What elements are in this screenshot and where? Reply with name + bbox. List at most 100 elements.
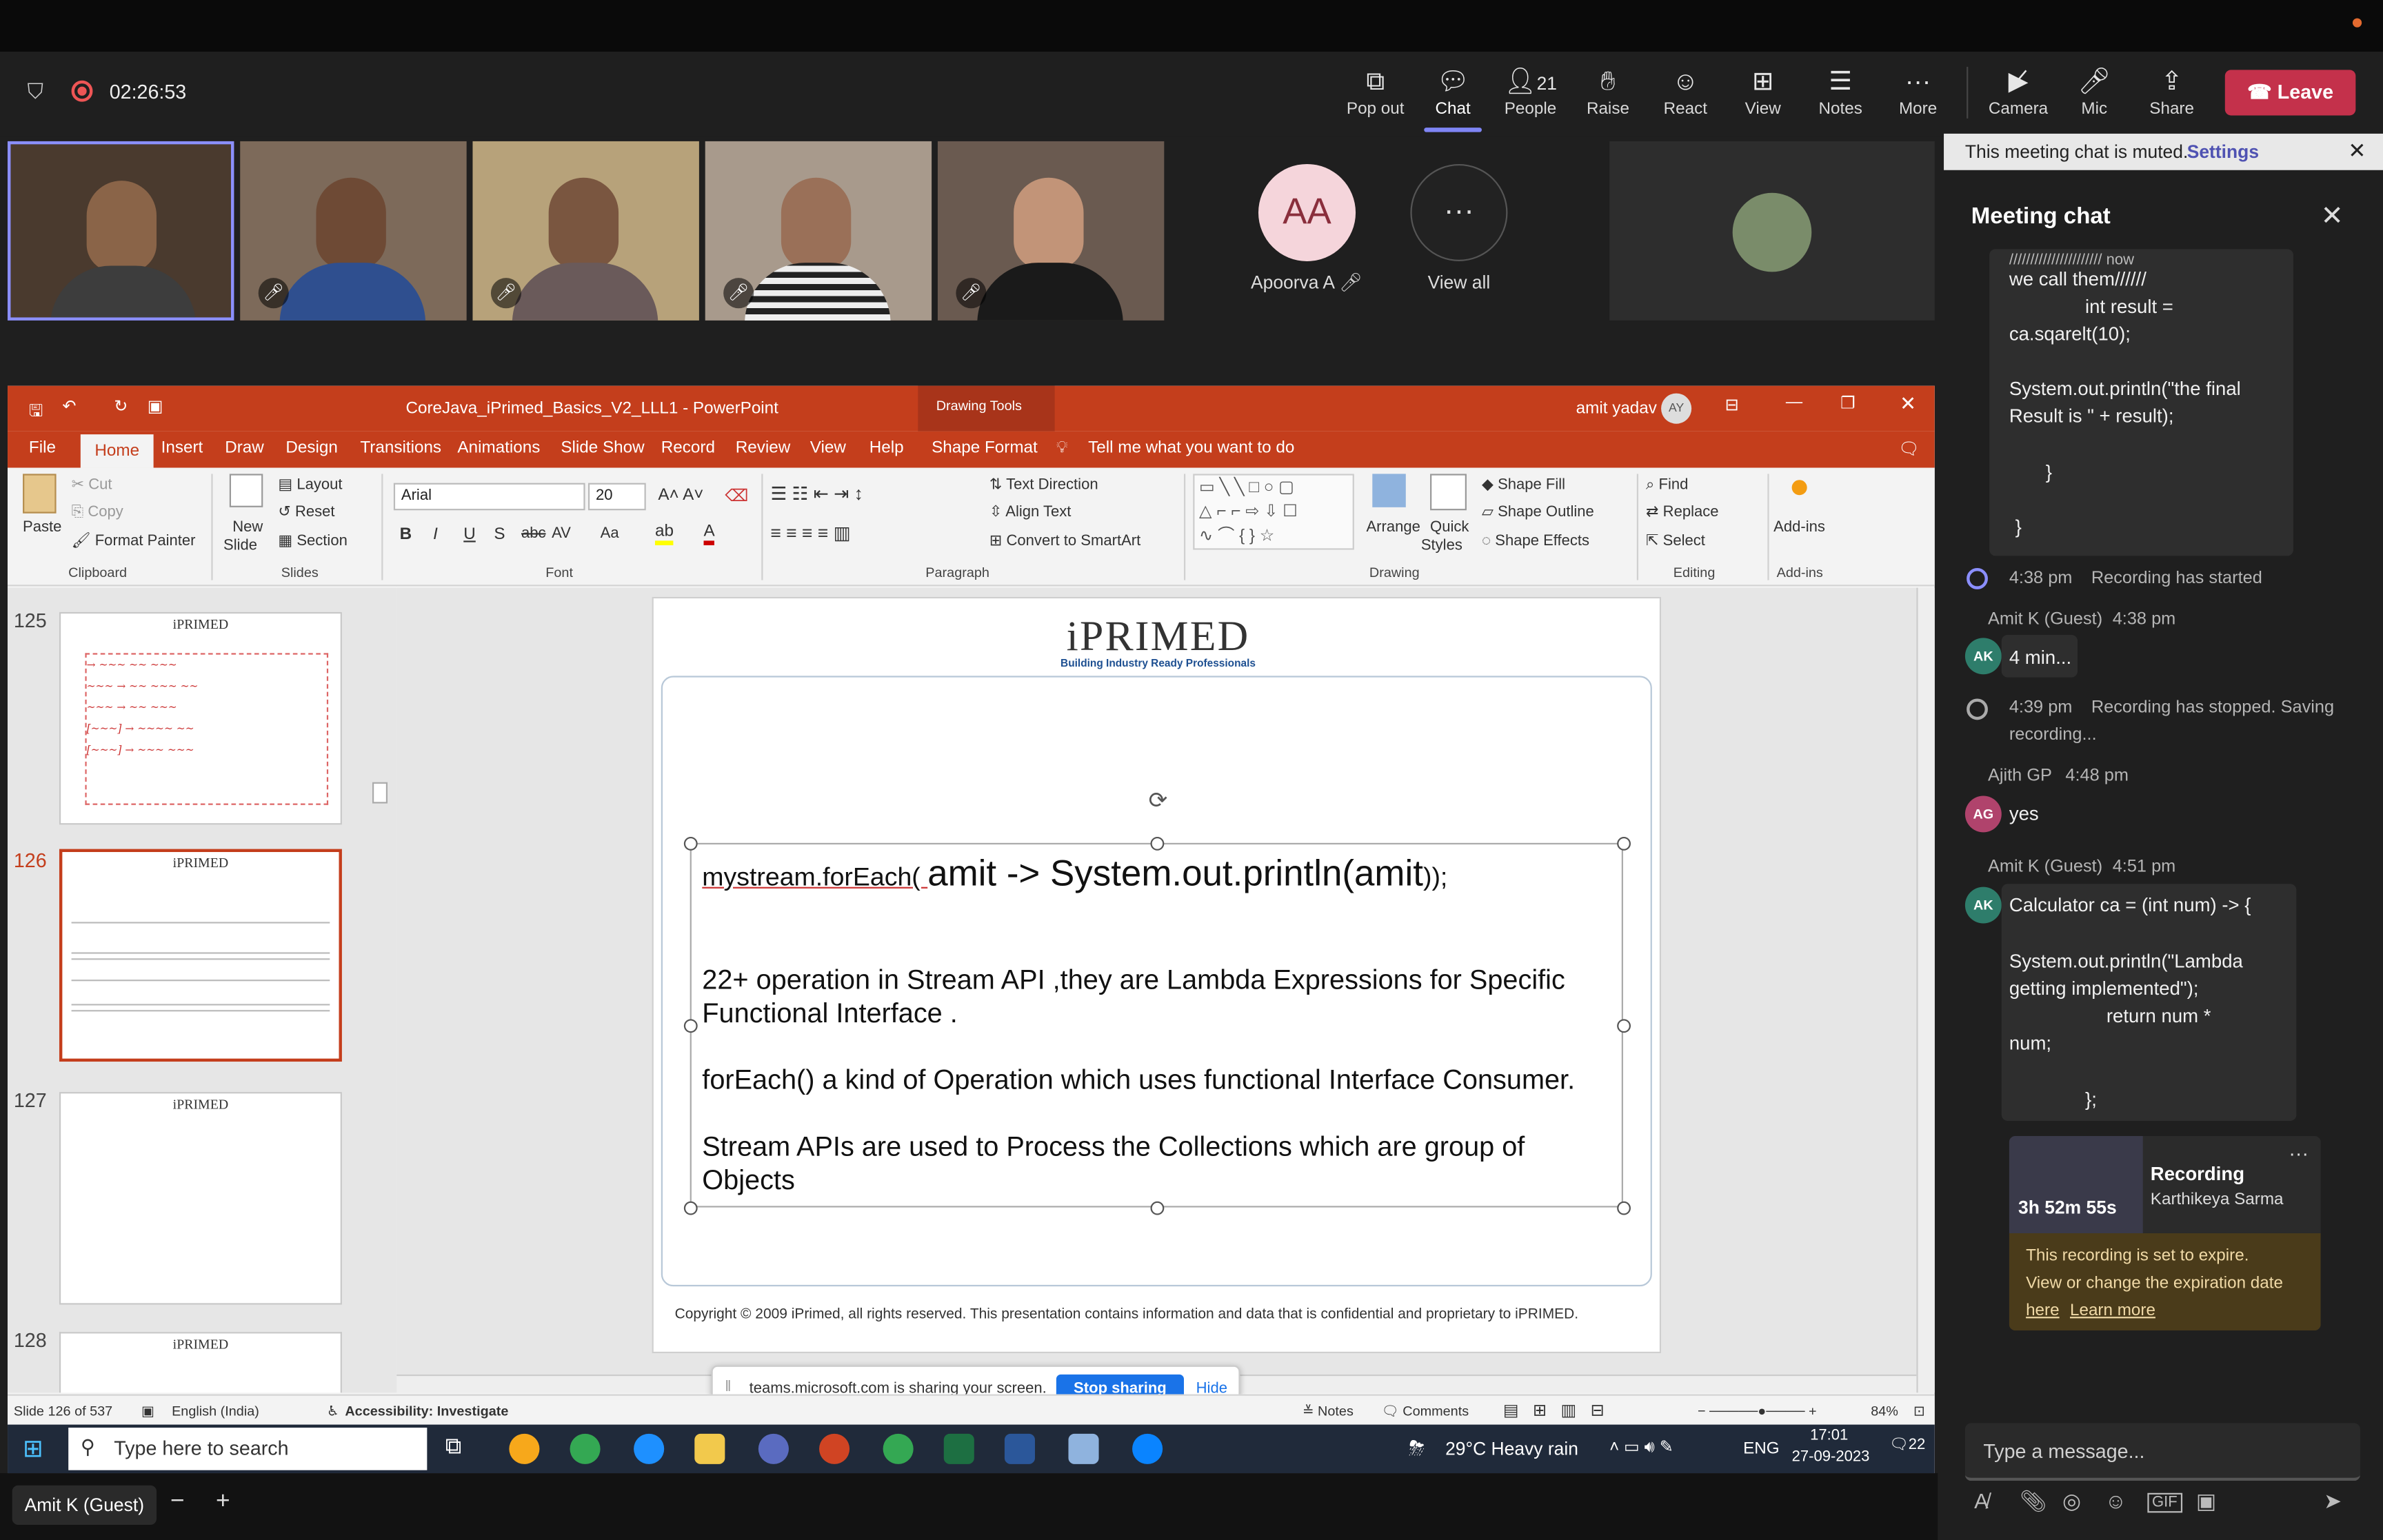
taskbar-search[interactable]: ⚲ Type here to search <box>68 1428 428 1470</box>
paste-icon[interactable] <box>23 474 57 514</box>
chrome-icon[interactable] <box>570 1433 601 1464</box>
slide-thumbnail[interactable]: iPRIMED → ~~~ ~~ ~~~ ~~~ → ~~ ~~~ ~~ ~~~ →… <box>59 611 342 825</box>
zoom-out-icon[interactable]: − <box>170 1488 185 1516</box>
replace-button[interactable]: ⇄ Replace <box>1646 504 1719 520</box>
share-button[interactable]: ⇪ Share <box>2134 64 2210 128</box>
resize-handle[interactable] <box>1150 1201 1165 1215</box>
cut-button[interactable]: ✂ Cut <box>72 477 112 494</box>
popout-button[interactable]: ⧉ Pop out <box>1338 64 1414 128</box>
resize-handle[interactable] <box>1617 836 1631 851</box>
emoji-icon[interactable]: ☺ <box>2105 1488 2127 1512</box>
tab-design[interactable]: Design <box>285 439 337 457</box>
send-icon[interactable]: ➤ <box>2324 1488 2342 1514</box>
reset-button[interactable]: ↺ Reset <box>278 504 334 520</box>
select-button[interactable]: ⇱ Select <box>1646 533 1705 549</box>
slide-canvas[interactable]: iPRIMED Building Industry Ready Professi… <box>396 587 1935 1393</box>
close-icon[interactable]: ✕ <box>2321 201 2344 232</box>
tab-slideshow[interactable]: Slide Show <box>561 439 644 457</box>
language-status[interactable]: English (India) <box>172 1404 259 1419</box>
word-icon[interactable] <box>1004 1433 1035 1464</box>
font-size-select[interactable]: 20 <box>587 483 646 511</box>
app-icon[interactable] <box>758 1433 789 1464</box>
excel-icon[interactable] <box>943 1433 974 1464</box>
avatar[interactable]: AY <box>1661 393 1692 424</box>
tab-home[interactable]: Home <box>80 434 154 468</box>
case-icon[interactable]: Aa <box>601 525 619 542</box>
new-slide-icon[interactable] <box>229 474 263 507</box>
chrome-icon[interactable] <box>883 1433 914 1464</box>
slide-thumbnail[interactable]: iPRIMED <box>59 1092 342 1305</box>
react-button[interactable]: ☺ React <box>1647 64 1723 128</box>
more-button[interactable]: ··· More <box>1880 64 1955 128</box>
highlight-icon[interactable]: ab <box>654 523 674 545</box>
resize-handle[interactable] <box>683 1201 698 1215</box>
undo-icon[interactable]: ↶ <box>62 396 76 416</box>
present-icon[interactable]: ▣ <box>148 396 163 416</box>
splitter-handle[interactable] <box>372 782 388 804</box>
video-tile[interactable]: 🎤︎ <box>937 141 1165 321</box>
tab-animations[interactable]: Animations <box>457 439 540 457</box>
restore-icon[interactable]: ❐ <box>1840 394 1856 413</box>
find-button[interactable]: ⌕ Find <box>1646 477 1688 494</box>
zoom-level[interactable]: 84% <box>1871 1404 1898 1419</box>
align-text-button[interactable]: ⇳ Align Text <box>989 504 1072 520</box>
tab-file[interactable]: File <box>29 439 56 457</box>
shadow-icon[interactable]: S <box>494 525 505 543</box>
align-icons[interactable]: ≡ ≡ ≡ ≡ ▥ <box>770 523 850 544</box>
tab-review[interactable]: Review <box>736 439 791 457</box>
raise-hand-button[interactable]: ✋︎ Raise <box>1570 64 1646 128</box>
task-view-icon[interactable]: ⧉ <box>445 1434 462 1459</box>
accessibility-status[interactable]: Accessibility: Investigate <box>345 1404 508 1419</box>
addins-button[interactable]: Add-ins <box>1773 519 1825 536</box>
strike-icon[interactable]: abc <box>521 525 546 542</box>
drag-handle-icon[interactable]: ‖ <box>725 1379 731 1396</box>
weather-status[interactable]: 29°C Heavy rain <box>1445 1438 1578 1459</box>
resize-handle[interactable] <box>1617 1019 1631 1033</box>
comments-toggle[interactable]: 🗨 Comments <box>1382 1404 1469 1420</box>
resize-handle[interactable] <box>1617 1201 1631 1215</box>
arrange-button[interactable]: Arrange <box>1366 519 1420 536</box>
resize-handle[interactable] <box>683 1019 698 1033</box>
rotate-handle-icon[interactable]: ⟳ <box>1146 789 1170 814</box>
close-icon[interactable]: ✕ <box>1900 392 1916 416</box>
notification-icon[interactable]: 🗨︎22 <box>1889 1437 1926 1453</box>
windows-start-icon[interactable]: ⊞ <box>23 1434 43 1464</box>
tell-me-search[interactable]: Tell me what you want to do <box>1088 439 1294 457</box>
comment-icon[interactable]: 🗨 <box>1898 439 1920 458</box>
addins-icon[interactable] <box>1791 480 1807 496</box>
minimize-icon[interactable]: — <box>1786 394 1802 412</box>
bullets-icon[interactable]: ☰ ☷ ⇤ ⇥ ↕ <box>770 483 863 505</box>
arrange-icon[interactable] <box>1372 474 1406 507</box>
shape-fill-button[interactable]: ◆ Shape Fill <box>1482 477 1565 494</box>
loop-icon[interactable]: ◎ <box>2062 1488 2081 1514</box>
mic-button[interactable]: 🎤︎ Mic <box>2056 64 2132 128</box>
view-button[interactable]: ⊞ View <box>1725 64 1801 128</box>
people-button[interactable]: 👤︎21 People <box>1492 64 1568 128</box>
video-tile[interactable]: 🎤︎ <box>472 141 699 321</box>
smartart-button[interactable]: ⊞ Convert to SmartArt <box>989 533 1140 549</box>
font-name-select[interactable]: Arial <box>393 483 585 511</box>
tab-draw[interactable]: Draw <box>225 439 264 457</box>
slide-thumbnail-selected[interactable]: iPRIMED <box>59 849 342 1062</box>
quick-styles-icon[interactable] <box>1430 474 1467 511</box>
app-icon[interactable] <box>1068 1433 1099 1464</box>
shapes-gallery[interactable]: ▭ ╲ ╲ □ ○ ▢ △ ⌐ ⌐ ⇨ ⇩ ☐ ∿ ⌒ { } ☆ <box>1193 474 1354 550</box>
ribbon-display-icon[interactable]: ⊟ <box>1725 395 1739 414</box>
section-button[interactable]: ▦ Section <box>278 533 347 549</box>
layout-button[interactable]: ▤ Layout <box>278 477 342 494</box>
quick-styles-button[interactable]: Quick <box>1430 519 1469 536</box>
zoom-in-icon[interactable]: + <box>216 1488 230 1516</box>
skype-icon[interactable] <box>1132 1433 1163 1464</box>
spellcheck-icon[interactable]: ▣ <box>141 1404 154 1420</box>
slide[interactable]: iPRIMED Building Industry Ready Professi… <box>652 596 1662 1354</box>
recording-card[interactable]: 3h 52m 55s Recording Karthikeya Sarma ··… <box>2009 1135 2321 1331</box>
tab-help[interactable]: Help <box>869 439 904 457</box>
message-input[interactable]: Type a message... <box>1964 1423 2360 1481</box>
fit-slide-icon[interactable]: ⊡ <box>1913 1404 1925 1420</box>
tab-transitions[interactable]: Transitions <box>360 439 441 457</box>
format-painter-button[interactable]: 🖌︎ Format Painter <box>72 533 196 549</box>
shape-effects-button[interactable]: ◌ Shape Effects <box>1482 533 1589 549</box>
avatar[interactable]: AA <box>1258 163 1356 261</box>
shared-screen[interactable]: 🖫 ↶ ↻ ▣ CoreJava_iPrimed_Basics_V2_LLL1 … <box>8 385 1935 1474</box>
edge-icon[interactable] <box>634 1433 665 1464</box>
